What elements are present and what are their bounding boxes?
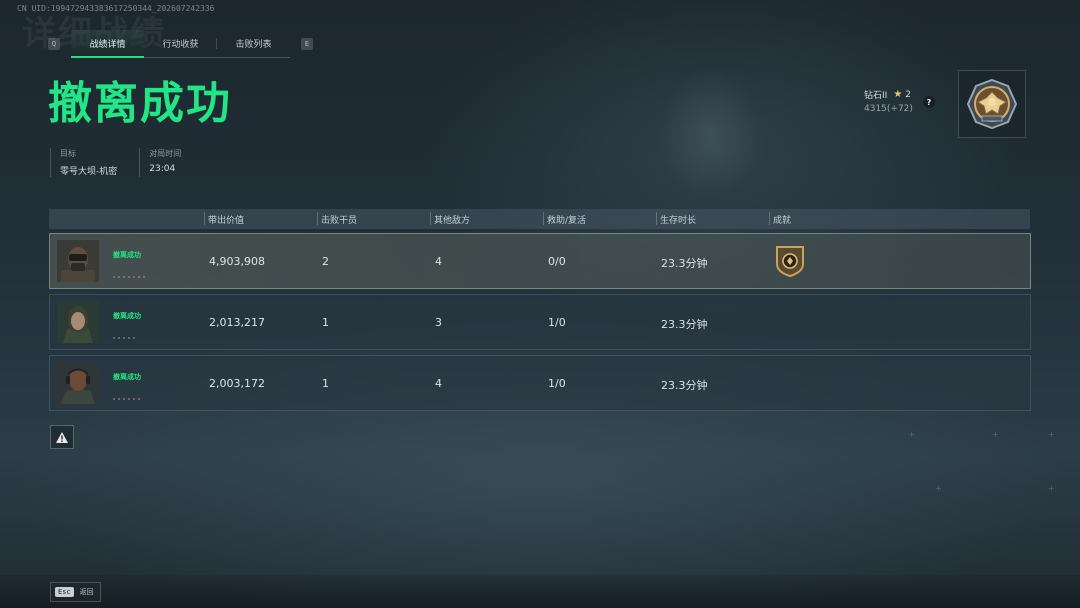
tab-label: 击败列表 xyxy=(235,39,272,50)
page-title: 撤离成功 xyxy=(48,78,232,129)
status-label: 撤离成功 xyxy=(113,373,141,381)
target-value: 零号大坝-机密 xyxy=(60,167,118,177)
player-name-redacted xyxy=(113,263,159,278)
achievement-badge-icon[interactable] xyxy=(774,244,806,282)
others-cell: 4 xyxy=(435,377,442,390)
report-button[interactable] xyxy=(50,425,74,449)
avatar xyxy=(57,362,99,404)
back-label: 返回 xyxy=(79,588,94,596)
status-label: 撤离成功 xyxy=(113,251,141,259)
rank-block: 钻石II ★ 2 4315(+72) xyxy=(864,88,913,114)
player-name-redacted xyxy=(113,324,159,339)
tab-label: 战绩详情 xyxy=(89,39,126,50)
header-operators: 击败干员 xyxy=(317,212,357,226)
esc-key: Esc xyxy=(55,587,74,597)
tab-action-rewards[interactable]: 行动收获 xyxy=(144,30,217,57)
prev-tab-key[interactable]: Q xyxy=(48,37,60,50)
value-cell: 2,013,217 xyxy=(209,316,265,329)
rank-line: 钻石II ★ 2 xyxy=(864,88,913,101)
rank-stars: 2 xyxy=(905,89,912,100)
background-tower xyxy=(640,40,780,210)
player-name-redacted xyxy=(113,385,159,400)
table-row[interactable]: 撤离成功 2,003,172 1 4 1/0 23.3分钟 xyxy=(49,355,1031,411)
table-row[interactable]: 撤离成功 4,903,908 2 4 0/0 23.3分钟 xyxy=(49,233,1031,289)
table-row[interactable]: 撤离成功 2,013,217 1 3 1/0 23.3分钟 xyxy=(49,294,1031,350)
header-assist: 救助/复活 xyxy=(543,212,586,226)
operators-cell: 2 xyxy=(322,255,329,268)
tab-bar: Q 战绩详情 行动收获 击败列表 E xyxy=(48,29,313,58)
operators-cell: 1 xyxy=(322,316,329,329)
tab-kill-list[interactable]: 击败列表 xyxy=(217,30,290,57)
duration-info: 对局时间 23:04 xyxy=(139,148,181,177)
survival-cell: 23.3分钟 xyxy=(661,257,708,270)
tab-strip: 战绩详情 行动收获 击败列表 xyxy=(71,29,290,58)
value-cell: 4,903,908 xyxy=(209,255,265,268)
header-achievement: 成就 xyxy=(769,212,791,226)
value-cell: 2,003,172 xyxy=(209,377,265,390)
duration-label: 对局时间 xyxy=(149,149,182,158)
table-header: 带出价值 击败干员 其他敌方 救助/复活 生存时长 成就 xyxy=(49,209,1030,229)
tab-label: 行动收获 xyxy=(162,39,199,50)
assist-cell: 1/0 xyxy=(548,316,566,329)
eagle-rank-emblem-icon xyxy=(966,78,1018,130)
target-label: 目标 xyxy=(60,149,76,158)
others-cell: 4 xyxy=(435,255,442,268)
back-button[interactable]: Esc 返回 xyxy=(50,582,101,602)
avatar xyxy=(57,240,99,282)
survival-cell: 23.3分钟 xyxy=(661,318,708,331)
operators-cell: 1 xyxy=(322,377,329,390)
survival-cell: 23.3分钟 xyxy=(661,379,708,392)
tab-battle-details[interactable]: 战绩详情 xyxy=(71,29,144,58)
warning-icon xyxy=(56,431,68,443)
assist-cell: 0/0 xyxy=(548,255,566,268)
help-icon[interactable]: ? xyxy=(923,96,935,108)
rank-tier: 钻石II xyxy=(864,91,888,101)
header-survival: 生存时长 xyxy=(656,212,696,226)
rank-emblem[interactable] xyxy=(958,70,1026,138)
header-value: 带出价值 xyxy=(204,212,244,226)
status-label: 撤离成功 xyxy=(113,312,141,320)
target-info: 目标 零号大坝-机密 xyxy=(50,148,117,177)
next-tab-key[interactable]: E xyxy=(301,37,313,50)
uid-text: CN UID:1994729433836172503​44_2026072423… xyxy=(17,4,215,13)
header-others: 其他敌方 xyxy=(430,212,470,226)
rank-points: 4315(+72) xyxy=(864,104,913,114)
assist-cell: 1/0 xyxy=(548,377,566,390)
avatar xyxy=(57,301,99,343)
duration-value: 23:04 xyxy=(149,164,176,174)
match-info: 目标 零号大坝-机密 对局时间 23:04 xyxy=(50,148,203,177)
bottom-bar xyxy=(0,575,1080,608)
star-icon: ★ xyxy=(893,89,903,100)
others-cell: 3 xyxy=(435,316,442,329)
